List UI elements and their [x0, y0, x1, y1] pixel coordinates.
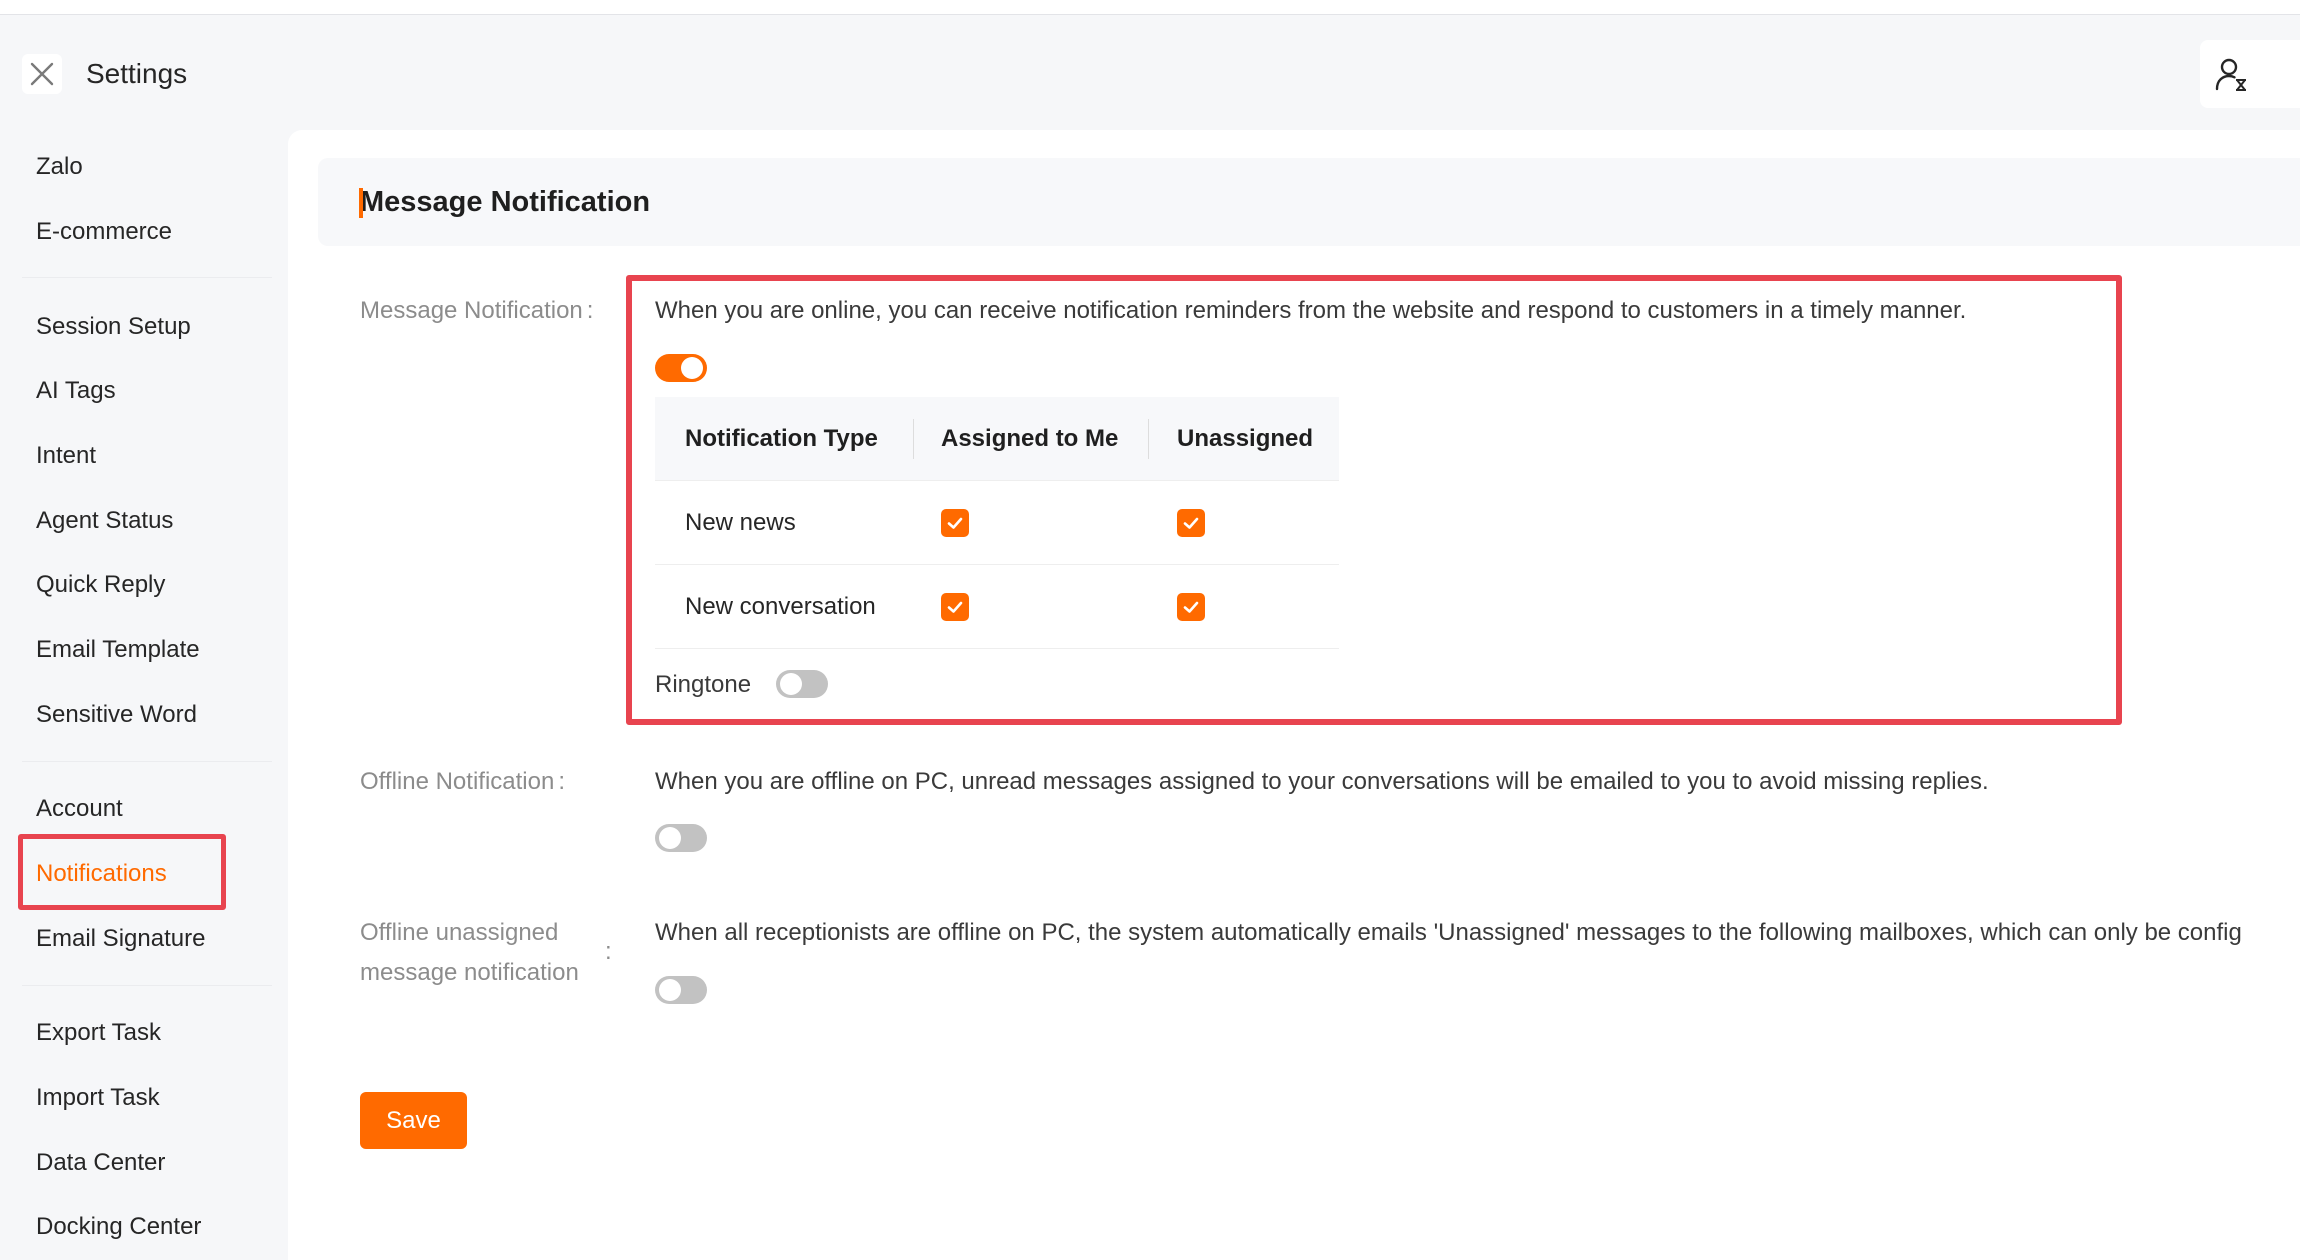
section-accent-bar — [359, 188, 363, 218]
offline-notification-toggle[interactable] — [655, 824, 707, 852]
close-icon — [30, 62, 54, 86]
sidebar-item-intent[interactable]: Intent — [36, 440, 96, 472]
sidebar-item-zalo[interactable]: Zalo — [36, 151, 83, 183]
sidebar-item-session-setup[interactable]: Session Setup — [36, 311, 191, 343]
offline-notification-label: Offline Notification: — [360, 768, 565, 795]
close-button[interactable] — [22, 54, 62, 94]
sidebar-item-email-signature[interactable]: Email Signature — [36, 923, 205, 955]
sidebar-item-data-center[interactable]: Data Center — [36, 1147, 165, 1179]
user-status-button[interactable] — [2200, 40, 2300, 108]
sidebar-item-sensitive-word[interactable]: Sensitive Word — [36, 699, 197, 731]
sidebar-item-account[interactable]: Account — [36, 793, 123, 825]
sidebar-divider — [22, 985, 272, 986]
sidebar-item-ecommerce[interactable]: E-commerce — [36, 216, 172, 248]
offline-unassigned-colon: : — [605, 938, 612, 965]
window-top-bar — [0, 0, 2300, 15]
save-button[interactable]: Save — [360, 1092, 467, 1149]
sidebar-item-quick-reply[interactable]: Quick Reply — [36, 569, 165, 601]
sidebar-item-agent-status[interactable]: Agent Status — [36, 505, 173, 537]
sidebar-item-email-template[interactable]: Email Template — [36, 634, 200, 666]
sidebar-divider — [22, 761, 272, 762]
offline-unassigned-label-line1: Offline unassigned — [360, 919, 559, 946]
sidebar-divider — [22, 277, 272, 278]
sidebar-item-export-task[interactable]: Export Task — [36, 1017, 161, 1049]
message-notification-label: Message Notification: — [360, 297, 594, 324]
offline-unassigned-description: When all receptionists are offline on PC… — [655, 919, 2242, 946]
message-notification-highlight-box — [626, 275, 2122, 725]
offline-notification-description: When you are offline on PC, unread messa… — [655, 768, 1989, 795]
page-title: Settings — [86, 58, 188, 89]
user-clock-icon — [2215, 58, 2246, 91]
section-title: Message Notification — [360, 185, 651, 218]
sidebar-item-docking-center[interactable]: Docking Center — [36, 1211, 201, 1243]
notifications-highlight-box — [18, 834, 226, 910]
offline-unassigned-toggle[interactable] — [655, 976, 707, 1004]
section-header: Message Notification — [318, 158, 2300, 246]
sidebar-item-ai-tags[interactable]: AI Tags — [36, 375, 116, 407]
sidebar-item-import-task[interactable]: Import Task — [36, 1082, 160, 1114]
offline-unassigned-label-line2: message notification — [360, 959, 579, 986]
